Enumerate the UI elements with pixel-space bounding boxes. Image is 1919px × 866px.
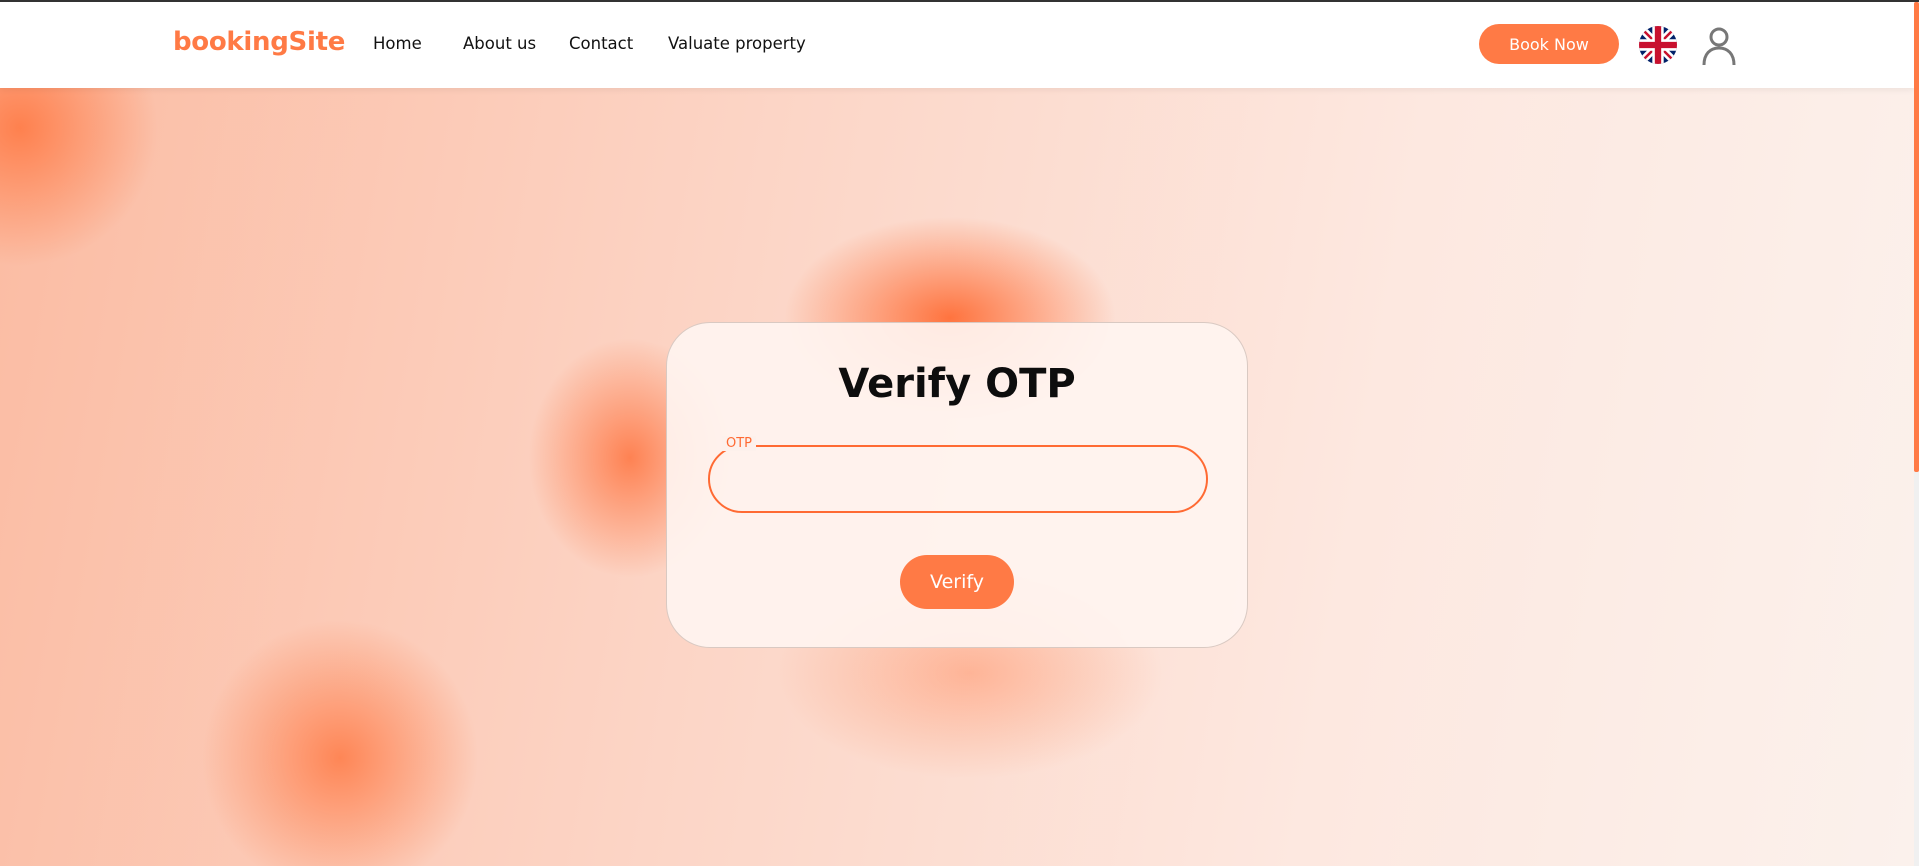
book-now-button[interactable]: Book Now — [1479, 24, 1619, 64]
decorative-blob — [0, 88, 170, 278]
otp-input[interactable] — [732, 457, 1182, 501]
card-title: Verify OTP — [838, 361, 1076, 407]
otp-field[interactable]: OTP — [708, 436, 1208, 513]
user-icon[interactable] — [1700, 26, 1738, 66]
top-navbar: bookingSite Home About us Contact Valuat… — [0, 2, 1914, 88]
page-scrollbar[interactable] — [1914, 2, 1919, 866]
uk-flag-icon[interactable] — [1639, 26, 1677, 64]
nav-link-about-us[interactable]: About us — [463, 34, 536, 53]
nav-link-valuate-property[interactable]: Valuate property — [668, 34, 806, 53]
nav-link-home[interactable]: Home — [373, 34, 422, 53]
otp-field-label: OTP — [722, 436, 757, 451]
nav-link-contact[interactable]: Contact — [569, 34, 633, 53]
scrollbar-thumb[interactable] — [1914, 2, 1919, 472]
decorative-blob — [190, 608, 490, 866]
brand-logo[interactable]: bookingSite — [173, 27, 345, 57]
verify-otp-card: Verify OTP OTP Verify — [666, 322, 1248, 648]
verify-button[interactable]: Verify — [900, 555, 1014, 609]
